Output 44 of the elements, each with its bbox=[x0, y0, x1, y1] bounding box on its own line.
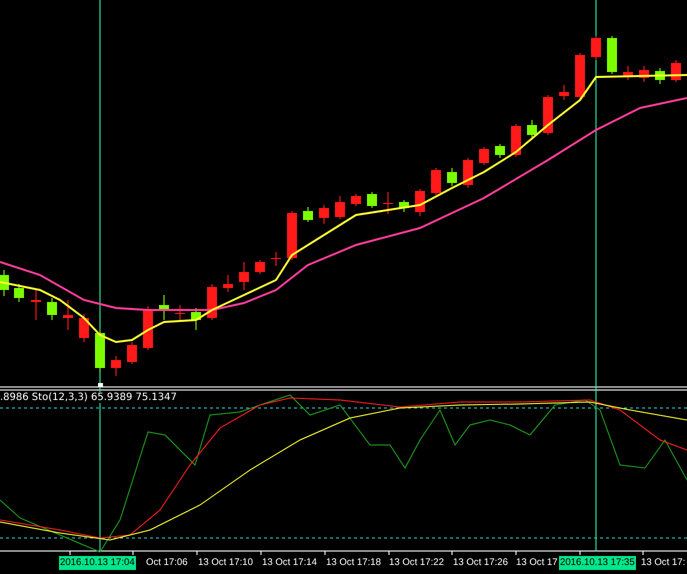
candlestick bbox=[463, 158, 473, 188]
candlestick bbox=[255, 260, 265, 274]
candlestick bbox=[271, 252, 281, 266]
candlestick bbox=[527, 120, 537, 138]
candlestick bbox=[319, 204, 329, 224]
candlestick bbox=[591, 36, 601, 60]
time-cursor-label: 2016.10.13 17:35 bbox=[559, 556, 636, 570]
candlestick bbox=[0, 270, 9, 296]
candlestick bbox=[239, 262, 249, 290]
candlestick bbox=[607, 36, 617, 74]
candlestick bbox=[559, 84, 569, 100]
candlestick bbox=[575, 52, 585, 100]
candlestick bbox=[159, 294, 169, 320]
candlestick bbox=[623, 66, 633, 80]
candlestick bbox=[287, 210, 297, 260]
candlestick bbox=[655, 68, 665, 84]
candlestick bbox=[95, 330, 105, 372]
candlestick bbox=[367, 192, 377, 208]
candlestick bbox=[31, 290, 41, 320]
candlestick bbox=[191, 308, 201, 330]
candlestick bbox=[351, 194, 361, 206]
candlestick bbox=[47, 298, 57, 320]
candlestick bbox=[111, 356, 121, 376]
candlestick bbox=[511, 124, 521, 158]
candlestick bbox=[479, 146, 489, 166]
candlestick bbox=[495, 144, 505, 158]
candlestick bbox=[335, 196, 345, 220]
indicator-label: .8986 Sto(12,3,3) 65.9389 75.1347 bbox=[0, 392, 177, 403]
candlestick bbox=[14, 284, 24, 302]
candlestick bbox=[175, 304, 185, 320]
candlestick bbox=[447, 168, 457, 186]
candlestick bbox=[79, 314, 89, 342]
candlestick bbox=[543, 94, 553, 136]
candlestick bbox=[383, 192, 393, 214]
candlestick bbox=[223, 274, 233, 292]
candlestick bbox=[143, 306, 153, 350]
candlestick bbox=[127, 342, 137, 364]
candlestick bbox=[431, 168, 441, 196]
time-cursor-label: 2016.10.13 17:04 bbox=[59, 556, 136, 570]
candlestick bbox=[399, 200, 409, 212]
candlestick bbox=[639, 66, 649, 82]
candlestick bbox=[303, 206, 313, 222]
candlestick bbox=[63, 300, 73, 330]
candlestick bbox=[415, 188, 425, 216]
